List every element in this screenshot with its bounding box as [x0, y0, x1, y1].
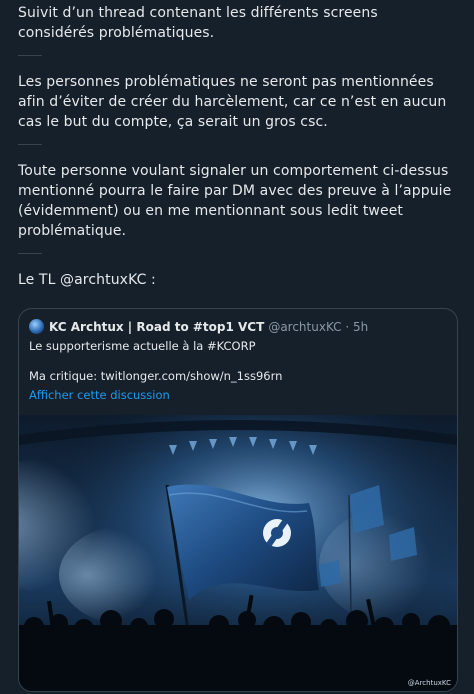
divider [18, 55, 42, 56]
thread-paragraph-3: Toute personne voulant signaler un compo… [18, 163, 452, 239]
quoted-author-name[interactable]: KC Archtux | Road to #top1 VCT [49, 320, 264, 334]
show-thread-link[interactable]: Afficher cette discussion [19, 384, 457, 402]
quoted-text-line: Ma critique: twitlonger.com/show/n_1ss96… [29, 369, 283, 383]
stadium-flag-illustration [19, 415, 457, 691]
quoted-text-line: Le supporterisme actuelle à la #KCORP [29, 339, 256, 353]
thread-paragraph-4: Le TL @archtuxKC : [18, 272, 156, 288]
divider [18, 144, 42, 145]
divider [18, 253, 42, 254]
quoted-tweet-image[interactable]: @ArchtuxKC [19, 415, 457, 691]
thread-paragraph-2: Les personnes problématiques ne seront p… [18, 74, 447, 130]
quoted-author-handle[interactable]: @archtuxKC · 5h [268, 320, 368, 334]
quoted-text-gap [29, 354, 447, 368]
quoted-tweet-header: KC Archtux | Road to #top1 VCT @archtuxK… [19, 309, 457, 334]
image-watermark: @ArchtuxKC [407, 679, 451, 687]
quoted-tweet[interactable]: KC Archtux | Road to #top1 VCT @archtuxK… [18, 308, 458, 692]
avatar[interactable] [29, 319, 44, 334]
quoted-tweet-text: Le supporterisme actuelle à la #KCORP Ma… [19, 334, 457, 384]
thread-paragraph-1: Suivit d’un thread contenant les différe… [18, 5, 378, 41]
thread-text: Suivit d’un thread contenant les différe… [0, 3, 474, 290]
